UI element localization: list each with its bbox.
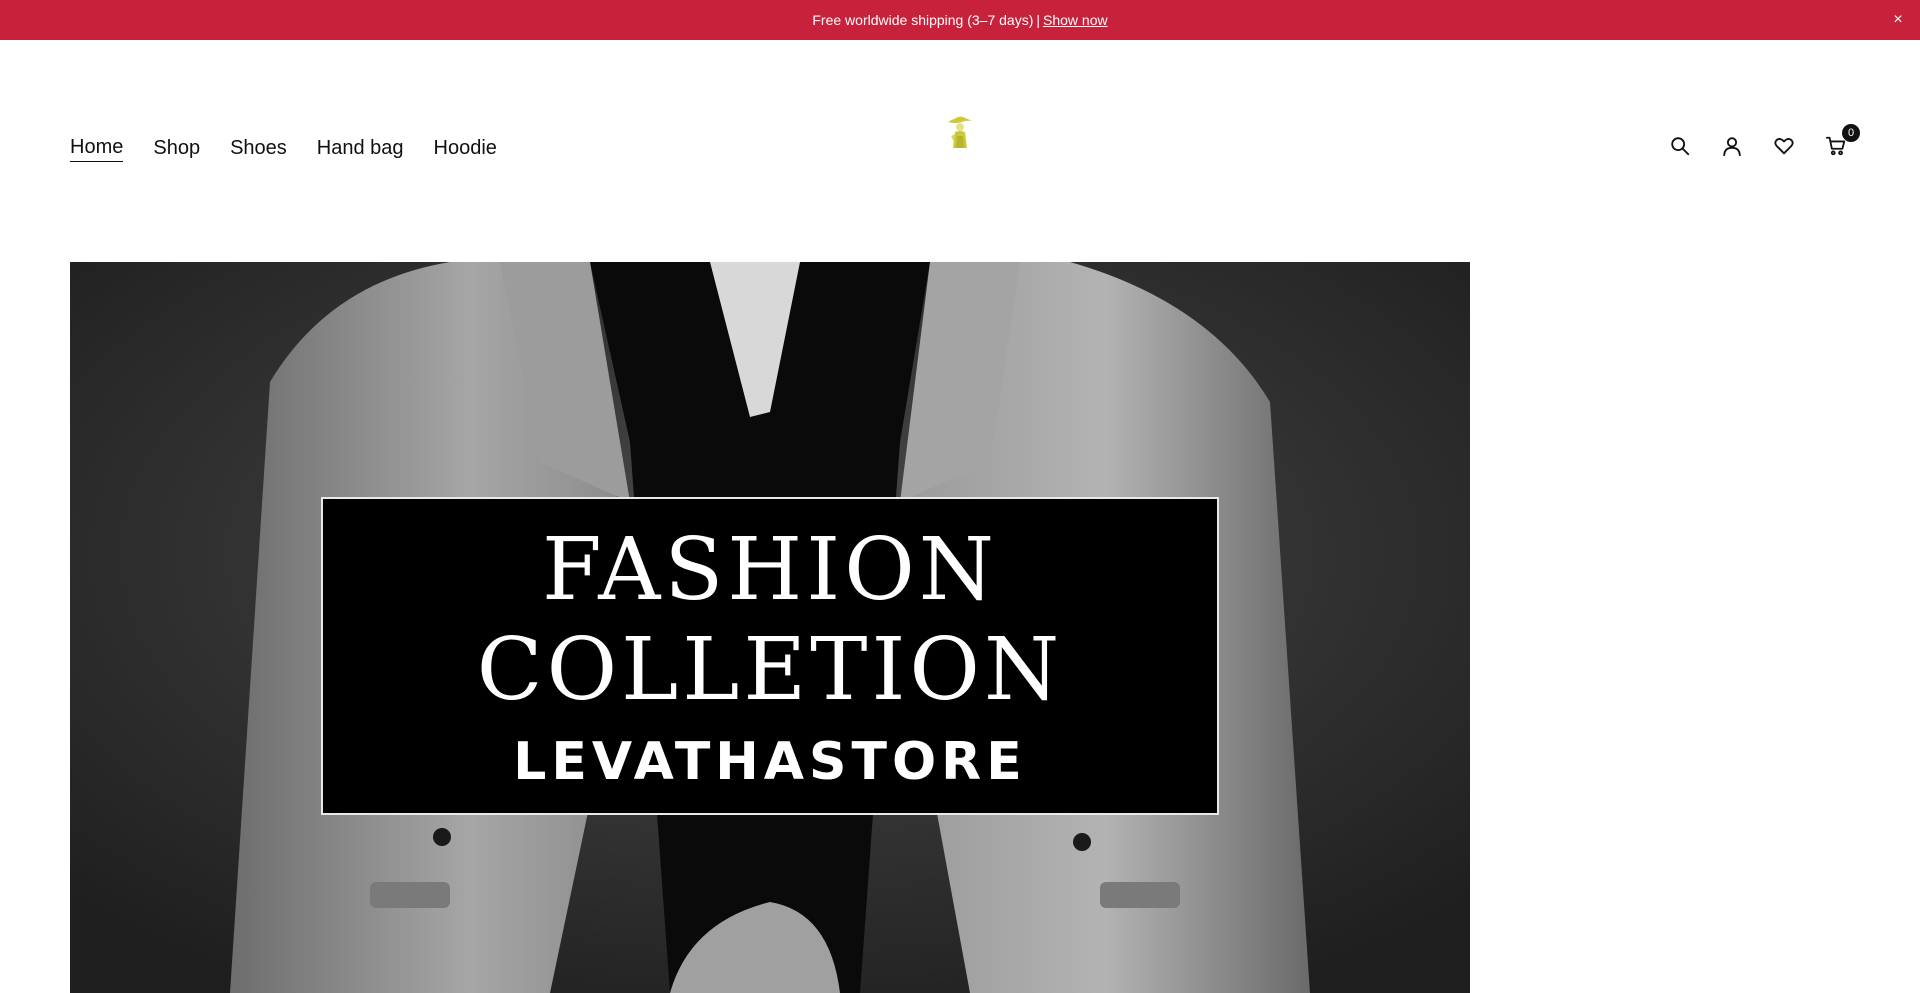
nav-item-hoodie[interactable]: Hoodie bbox=[434, 137, 497, 162]
woman-figure-logo-icon bbox=[948, 116, 972, 148]
nav-item-shop[interactable]: Shop bbox=[153, 137, 200, 162]
heart-icon[interactable] bbox=[1772, 134, 1796, 158]
site-header: Home Shop Shoes Hand bag Hoodie 0 bbox=[0, 40, 1920, 260]
cart-icon[interactable]: 0 bbox=[1824, 124, 1860, 158]
hero-title-box: FASHION COLLETION LEVATHASTORE bbox=[321, 497, 1219, 815]
header-icons: 0 bbox=[1668, 124, 1860, 158]
search-icon[interactable] bbox=[1668, 134, 1692, 158]
hero-brand-name: LEVATHASTORE bbox=[513, 732, 1027, 792]
cart-count-badge: 0 bbox=[1842, 124, 1860, 142]
store-logo[interactable] bbox=[942, 112, 978, 152]
user-icon[interactable] bbox=[1720, 134, 1744, 158]
show-now-link[interactable]: Show now bbox=[1043, 12, 1108, 28]
nav-item-shoes[interactable]: Shoes bbox=[230, 137, 287, 162]
close-icon[interactable]: × bbox=[1888, 10, 1908, 30]
hero-title-line1: FASHION bbox=[542, 520, 998, 620]
announcement-text: Free worldwide shipping (3–7 days) bbox=[812, 12, 1034, 28]
nav-item-hand-bag[interactable]: Hand bag bbox=[317, 137, 404, 162]
hero-title-line2: COLLETION bbox=[476, 620, 1064, 720]
hero-banner[interactable]: FASHION COLLETION LEVATHASTORE bbox=[70, 262, 1470, 993]
announcement-separator: | bbox=[1036, 12, 1041, 28]
nav-item-home[interactable]: Home bbox=[70, 136, 124, 162]
announcement-bar: Free worldwide shipping (3–7 days) | Sho… bbox=[0, 0, 1920, 40]
main-nav: Home Shop Shoes Hand bag Hoodie bbox=[70, 136, 497, 162]
